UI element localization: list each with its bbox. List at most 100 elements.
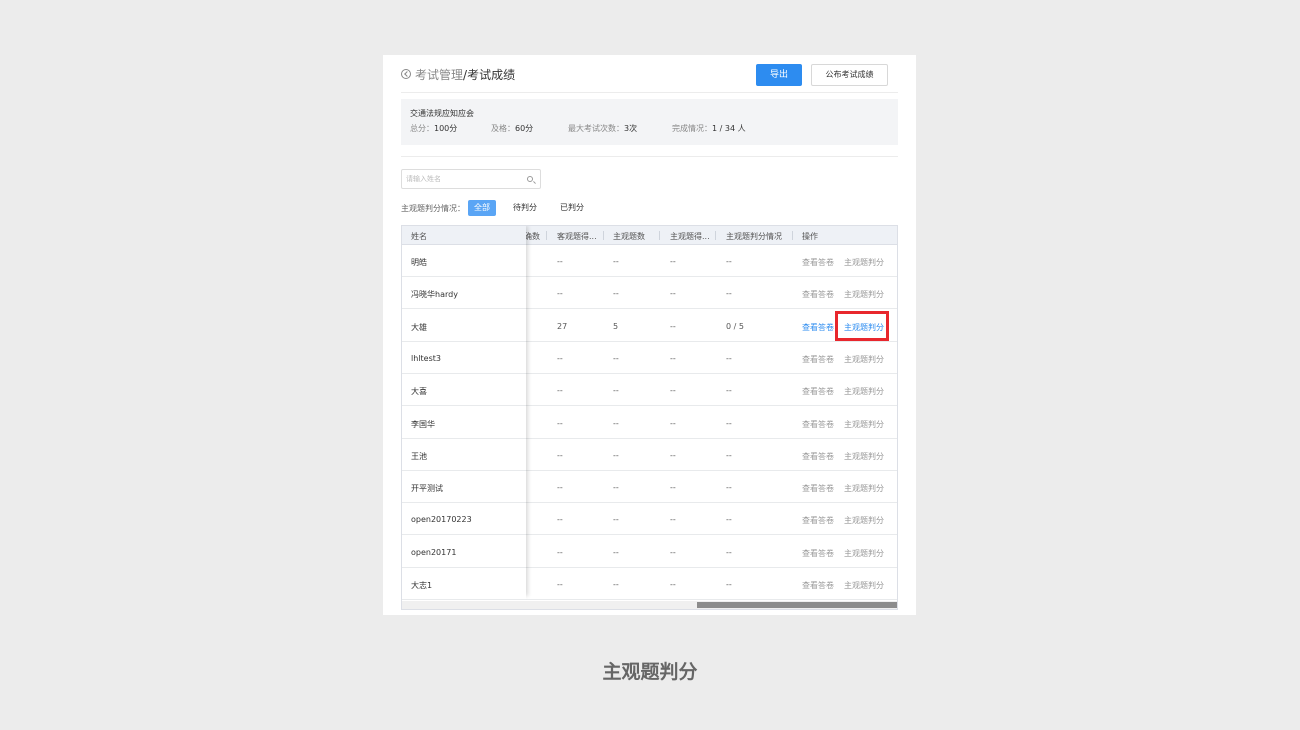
objective-score-cell: -- bbox=[557, 580, 563, 589]
grading-status-cell: -- bbox=[726, 548, 732, 557]
search-box[interactable] bbox=[401, 169, 541, 189]
grade-subjective-link[interactable]: 主观题判分 bbox=[844, 354, 884, 365]
objective-score-cell: -- bbox=[557, 289, 563, 298]
grade-subjective-link[interactable]: 主观题判分 bbox=[844, 257, 884, 268]
filter-graded-button[interactable]: 已判分 bbox=[554, 200, 590, 216]
column-divider bbox=[792, 231, 793, 240]
view-answers-link[interactable]: 查看答卷 bbox=[802, 289, 834, 300]
pass-score-value: 60分 bbox=[515, 124, 534, 133]
grade-subjective-link[interactable]: 主观题判分 bbox=[844, 386, 884, 397]
subjective-count-cell: -- bbox=[613, 257, 619, 266]
filter-pending-button[interactable]: 待判分 bbox=[507, 200, 543, 216]
grade-subjective-link[interactable]: 主观题判分 bbox=[844, 548, 884, 559]
grade-subjective-link[interactable]: 主观题判分 bbox=[844, 580, 884, 591]
subjective-score-cell: -- bbox=[670, 483, 676, 492]
grading-status-cell: -- bbox=[726, 289, 732, 298]
column-divider bbox=[546, 231, 547, 240]
horizontal-scrollbar[interactable] bbox=[402, 601, 897, 609]
objective-score-cell: -- bbox=[557, 515, 563, 524]
table-row: open20170223 bbox=[402, 503, 526, 535]
caption: 主观题判分 bbox=[602, 661, 698, 683]
highlight-box bbox=[835, 311, 889, 341]
results-table: 确数 客观题得... 主观题数 主观题得... 主观题判分情况 操作 -- -- -… bbox=[401, 225, 898, 610]
subjective-score-cell: -- bbox=[670, 515, 676, 524]
view-answers-link[interactable]: 查看答卷 bbox=[802, 580, 834, 591]
view-answers-link[interactable]: 查看答卷 bbox=[802, 419, 834, 430]
subjective-score-cell: -- bbox=[670, 580, 676, 589]
table-row: 大喜 bbox=[402, 374, 526, 406]
total-score-value: 100分 bbox=[434, 124, 458, 133]
student-name-cell: open20170223 bbox=[411, 515, 472, 524]
column-header-count: 确数 bbox=[524, 232, 540, 241]
column-header-subjective-count: 主观题数 bbox=[613, 232, 645, 241]
subjective-score-cell: -- bbox=[670, 257, 676, 266]
view-answers-link[interactable]: 查看答卷 bbox=[802, 483, 834, 494]
breadcrumb-parent[interactable]: 考试管理 bbox=[415, 68, 463, 82]
scrollbar-thumb[interactable] bbox=[697, 602, 897, 608]
grade-subjective-link[interactable]: 主观题判分 bbox=[844, 289, 884, 300]
subjective-count-cell: -- bbox=[613, 515, 619, 524]
view-answers-link[interactable]: 查看答卷 bbox=[802, 257, 834, 268]
grade-subjective-link[interactable]: 主观题判分 bbox=[844, 483, 884, 494]
table-header-fixed: 姓名 bbox=[402, 226, 526, 245]
table-row: 大雄 bbox=[402, 310, 526, 342]
student-name-cell: 大喜 bbox=[411, 387, 427, 396]
export-button[interactable]: 导出 bbox=[756, 64, 802, 86]
objective-score-cell: -- bbox=[557, 386, 563, 395]
grading-status-cell: -- bbox=[726, 515, 732, 524]
subjective-count-cell: 5 bbox=[613, 322, 619, 331]
objective-score-cell: -- bbox=[557, 354, 563, 363]
column-divider bbox=[659, 231, 660, 240]
column-header-objective-score: 客观题得... bbox=[557, 232, 597, 241]
subjective-score-cell: -- bbox=[670, 354, 676, 363]
page-header: 考试管理/考试成绩 导出 公布考试成绩 bbox=[401, 55, 898, 93]
grade-subjective-link[interactable]: 主观题判分 bbox=[844, 451, 884, 462]
table-row: 开平测试 bbox=[402, 471, 526, 503]
table-row: 冯晓华hardy bbox=[402, 277, 526, 309]
exam-info-box: 交通法规应知应会 总分：100分 及格：60分 最大考试次数：3次 完成情况：1… bbox=[401, 99, 898, 145]
view-answers-link[interactable]: 查看答卷 bbox=[802, 515, 834, 526]
student-name-cell: 大雄 bbox=[411, 323, 427, 332]
grading-status-cell: -- bbox=[726, 386, 732, 395]
subjective-score-cell: -- bbox=[670, 419, 676, 428]
back-arrow-icon[interactable] bbox=[401, 69, 411, 79]
objective-score-cell: -- bbox=[557, 483, 563, 492]
subjective-count-cell: -- bbox=[613, 451, 619, 460]
pass-score: 及格：60分 bbox=[491, 123, 533, 134]
pass-score-label: 及格： bbox=[491, 124, 515, 133]
grade-subjective-link[interactable]: 主观题判分 bbox=[844, 419, 884, 430]
filter-all-button[interactable]: 全部 bbox=[468, 200, 496, 216]
objective-score-cell: -- bbox=[557, 548, 563, 557]
table-row: 大志1 bbox=[402, 568, 526, 600]
grading-status-cell: 0 / 5 bbox=[726, 322, 744, 331]
column-header-actions: 操作 bbox=[802, 232, 818, 241]
search-icon[interactable] bbox=[527, 176, 533, 182]
column-header-grading-status: 主观题判分情况 bbox=[726, 232, 782, 241]
student-name-cell: lhltest3 bbox=[411, 354, 441, 363]
view-answers-link[interactable]: 查看答卷 bbox=[802, 322, 834, 333]
subjective-score-cell: -- bbox=[670, 289, 676, 298]
view-answers-link[interactable]: 查看答卷 bbox=[802, 354, 834, 365]
objective-score-cell: -- bbox=[557, 419, 563, 428]
subjective-count-cell: -- bbox=[613, 419, 619, 428]
subjective-score-cell: -- bbox=[670, 451, 676, 460]
divider bbox=[401, 156, 898, 157]
column-header-subjective-score: 主观题得... bbox=[670, 232, 710, 241]
view-answers-link[interactable]: 查看答卷 bbox=[802, 548, 834, 559]
subjective-count-cell: -- bbox=[613, 548, 619, 557]
max-attempts-label: 最大考试次数： bbox=[568, 124, 624, 133]
subjective-count-cell: -- bbox=[613, 580, 619, 589]
view-answers-link[interactable]: 查看答卷 bbox=[802, 386, 834, 397]
student-name-cell: 李国华 bbox=[411, 420, 435, 429]
grade-subjective-link[interactable]: 主观题判分 bbox=[844, 515, 884, 526]
search-input[interactable] bbox=[406, 173, 512, 185]
view-answers-link[interactable]: 查看答卷 bbox=[802, 451, 834, 462]
column-header-name: 姓名 bbox=[411, 232, 427, 241]
fixed-name-column: 姓名 明皓 冯晓华hardy 大雄 lhltest3 大喜 李国华 王池 开平测试 open20… bbox=[402, 226, 526, 600]
objective-score-cell: -- bbox=[557, 257, 563, 266]
max-attempts-value: 3次 bbox=[624, 124, 638, 133]
student-name-cell: 明皓 bbox=[411, 258, 427, 267]
objective-score-cell: -- bbox=[557, 451, 563, 460]
publish-results-button[interactable]: 公布考试成绩 bbox=[811, 64, 888, 86]
subjective-score-cell: -- bbox=[670, 386, 676, 395]
